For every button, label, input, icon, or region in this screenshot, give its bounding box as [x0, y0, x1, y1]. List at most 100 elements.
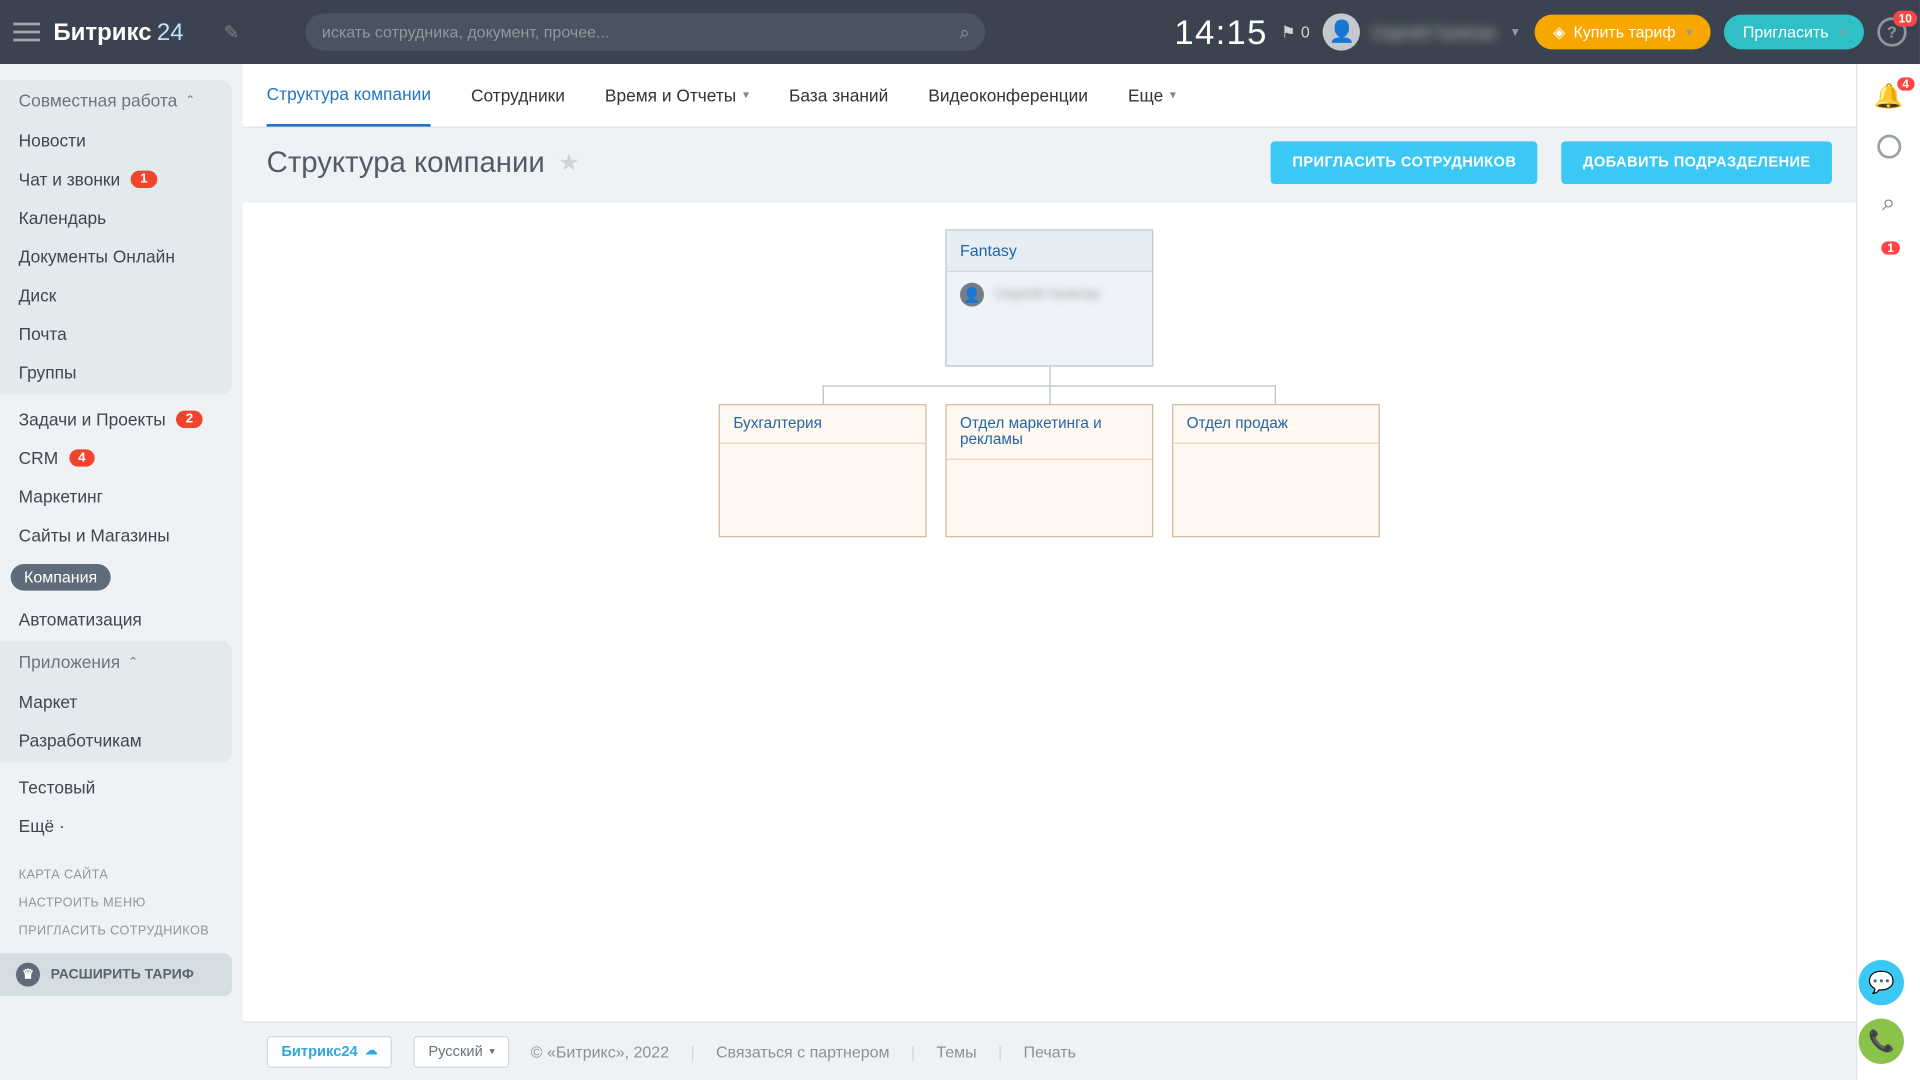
user-name: Сергей Галеган — [1371, 22, 1496, 42]
clock: 14:15 — [1174, 11, 1267, 52]
sidebar-item-developers[interactable]: Разработчикам — [0, 721, 232, 760]
help-button[interactable]: ? 10 — [1877, 17, 1906, 46]
sidebar-item-groups[interactable]: Группы — [0, 353, 232, 392]
sidebar-item-mail[interactable]: Почта — [0, 315, 232, 354]
badge: 1 — [1882, 241, 1899, 254]
float-chat-button[interactable]: 💬 — [1859, 960, 1904, 1005]
chevron-down-icon: ▼ — [1509, 25, 1521, 38]
rail-notifications[interactable]: 🔔 4 — [1874, 83, 1904, 111]
sidebar-item-test[interactable]: Тестовый — [0, 768, 243, 807]
sidebar-item-news[interactable]: Новости — [0, 121, 232, 160]
footer: Битрикс24 ☁ Русский ▾ © «Битрикс», 2022 … — [243, 1021, 1856, 1080]
person-name: Сергей Галеган — [995, 287, 1101, 303]
badge: 1 — [131, 171, 157, 188]
sidebar: Совместная работа ⌃ Новости Чат и звонки… — [0, 64, 243, 1080]
sidebar-item-tasks[interactable]: Задачи и Проекты2 — [0, 400, 243, 439]
chat-bubble-icon: 💬 — [1868, 969, 1895, 996]
tab-time-reports[interactable]: Время и Отчеты▾ — [605, 64, 749, 127]
crown-icon: ♛ — [16, 963, 40, 987]
search-box[interactable]: ⌕ — [306, 13, 986, 50]
cloud-icon: ☁ — [364, 1044, 377, 1059]
sidebar-upgrade-button[interactable]: ♛ РАСШИРИТЬ ТАРИФ — [0, 953, 232, 996]
edit-icon[interactable]: ✎ — [224, 21, 240, 44]
chevron-up-icon: ⌃ — [128, 655, 138, 670]
org-child-title: Отдел продаж — [1173, 405, 1378, 444]
flag-count-value: 0 — [1301, 23, 1310, 42]
user-chip[interactable]: 👤 Сергей Галеган ▼ — [1323, 13, 1521, 50]
footer-link-print[interactable]: Печать — [1024, 1042, 1076, 1061]
org-canvas: Fantasy 👤 Сергей Галеган Бухгалтерия Отд… — [243, 203, 1856, 1022]
right-rail: 🔔 4 ⌕ 1 — [1856, 64, 1920, 1080]
footer-brand-button[interactable]: Битрикс24 ☁ — [267, 1035, 393, 1067]
float-call-button[interactable]: 📞 — [1859, 1019, 1904, 1064]
rail-search[interactable]: ⌕ — [1882, 189, 1895, 217]
search-icon: ⌕ — [1882, 189, 1895, 216]
chevron-up-icon: ⌃ — [185, 93, 195, 108]
search-input[interactable] — [322, 23, 960, 42]
sidebar-item-disk[interactable]: Диск — [0, 276, 232, 315]
badge: 4 — [1897, 77, 1914, 90]
paper-plane-icon: ◈ — [1553, 23, 1565, 42]
help-count: 10 — [1893, 11, 1917, 27]
sidebar-small-sitemap[interactable]: КАРТА САЙТА — [0, 861, 243, 889]
page-title: Структура компании — [267, 145, 545, 180]
star-icon[interactable]: ★ — [558, 149, 580, 177]
sidebar-group-collab: Совместная работа ⌃ Новости Чат и звонки… — [0, 80, 232, 395]
sidebar-group-apps: Приложения ⌃ Маркет Разработчикам — [0, 641, 232, 762]
footer-link-themes[interactable]: Темы — [936, 1042, 976, 1061]
buy-tariff-label: Купить тариф — [1573, 23, 1675, 42]
sidebar-item-more[interactable]: Ещё · — [0, 807, 243, 846]
org-child-node[interactable]: Бухгалтерия — [719, 404, 927, 537]
chevron-down-icon: ▾ — [743, 88, 749, 103]
sidebar-item-calendar[interactable]: Календарь — [0, 199, 232, 238]
chevron-down-icon: ▾ — [1170, 88, 1176, 103]
flag-icon: ⚑ — [1281, 23, 1295, 42]
sidebar-item-sites[interactable]: Сайты и Магазины — [0, 516, 243, 555]
invite-label: Пригласить — [1743, 23, 1829, 42]
org-root-node[interactable]: Fantasy 👤 Сергей Галеган — [945, 229, 1153, 366]
footer-language-button[interactable]: Русский ▾ — [414, 1035, 510, 1067]
add-department-button[interactable]: ДОБАВИТЬ ПОДРАЗДЕЛЕНИЕ — [1562, 141, 1832, 184]
sidebar-item-automation[interactable]: Автоматизация — [0, 600, 243, 639]
sidebar-item-market[interactable]: Маркет — [0, 683, 232, 722]
chevron-down-icon: ▾ — [1686, 25, 1692, 40]
sidebar-item-marketing[interactable]: Маркетинг — [0, 477, 243, 516]
footer-copyright: © «Битрикс», 2022 — [531, 1042, 669, 1061]
buy-tariff-button[interactable]: ◈ Купить тариф ▾ — [1534, 15, 1710, 50]
chevron-down-icon: ▾ — [489, 1045, 494, 1057]
search-icon[interactable]: ⌕ — [959, 21, 969, 44]
sidebar-item-docs[interactable]: Документы Онлайн — [0, 237, 232, 276]
sidebar-small-menu-settings[interactable]: НАСТРОИТЬ МЕНЮ — [0, 889, 243, 917]
tab-knowledge[interactable]: База знаний — [789, 64, 888, 127]
sidebar-group-head[interactable]: Приложения ⌃ — [0, 641, 232, 682]
logo-suffix: 24 — [157, 18, 184, 46]
avatar-icon: 👤 — [1323, 13, 1360, 50]
tab-structure[interactable]: Структура компании — [267, 64, 431, 127]
badge: 4 — [69, 449, 95, 466]
tab-video[interactable]: Видеоконференции — [928, 64, 1088, 127]
upgrade-label: РАСШИРИТЬ ТАРИФ — [51, 967, 194, 983]
phone-icon: 📞 — [1868, 1028, 1895, 1055]
org-child-node[interactable]: Отдел продаж — [1172, 404, 1380, 537]
org-person[interactable]: 👤 Сергей Галеган — [960, 283, 1139, 307]
task-flag[interactable]: ⚑ 0 — [1281, 23, 1310, 42]
invite-employees-button[interactable]: ПРИГЛАСИТЬ СОТРУДНИКОВ — [1271, 141, 1538, 184]
org-child-node[interactable]: Отдел маркетинга и рекламы — [945, 404, 1153, 537]
org-root-title: Fantasy — [947, 231, 1152, 272]
org-root-body: 👤 Сергей Галеган — [947, 272, 1152, 365]
chevron-down-icon: ▾ — [1839, 25, 1845, 40]
logo[interactable]: Битрикс 24 — [53, 18, 183, 46]
rail-chat[interactable] — [1877, 135, 1901, 166]
tab-more[interactable]: Еще▾ — [1128, 64, 1176, 127]
sidebar-item-crm[interactable]: CRM4 — [0, 439, 243, 478]
sidebar-small-invite[interactable]: ПРИГЛАСИТЬ СОТРУДНИКОВ — [0, 917, 243, 945]
footer-link-partner[interactable]: Связаться с партнером — [716, 1042, 890, 1061]
tabs: Структура компании Сотрудники Время и От… — [243, 64, 1856, 128]
tab-employees[interactable]: Сотрудники — [471, 64, 565, 127]
badge: 2 — [176, 411, 202, 428]
sidebar-item-chat[interactable]: Чат и звонки1 — [0, 160, 232, 199]
menu-icon[interactable] — [13, 23, 40, 42]
invite-button[interactable]: Пригласить ▾ — [1724, 15, 1864, 50]
sidebar-group-head[interactable]: Совместная работа ⌃ — [0, 80, 232, 121]
sidebar-item-company[interactable]: Компания — [0, 555, 243, 600]
